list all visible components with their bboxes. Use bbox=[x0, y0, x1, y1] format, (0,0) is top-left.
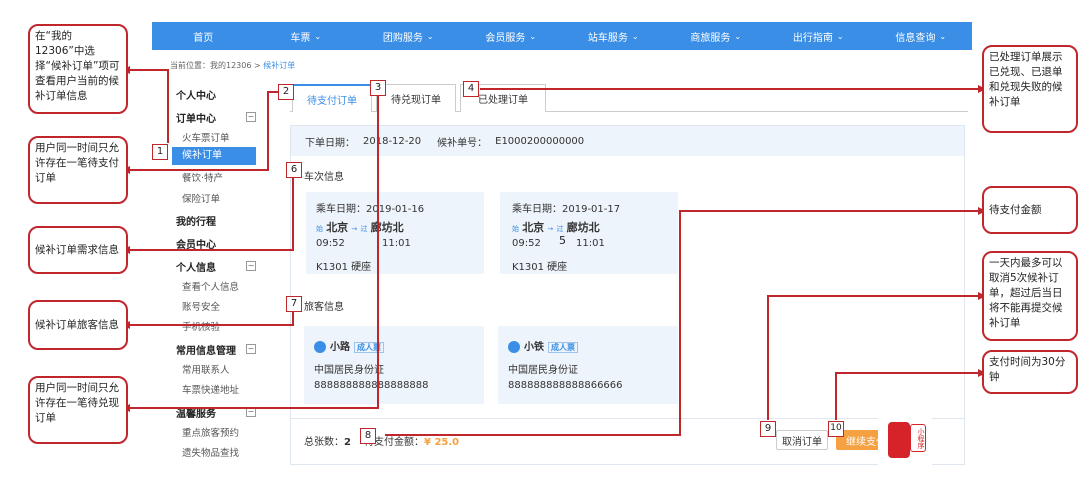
marker-5: 5 bbox=[559, 234, 566, 247]
callout-passenger-info: 候补订单旅客信息 bbox=[28, 300, 128, 350]
marker-2: 2 bbox=[278, 84, 294, 100]
watermark-logo: 小程序 bbox=[878, 416, 932, 468]
marker-6: 6 bbox=[286, 162, 302, 178]
marker-10: 10 bbox=[828, 421, 844, 437]
callout-one-pending-fulfill: 用户同一时间只允许存在一笔待兑现订单 bbox=[28, 376, 128, 444]
callout-view-orders: 在“我的12306”中选择“候补订单”项可查看用户当前的候补订单信息 bbox=[28, 24, 128, 114]
marker-7: 7 bbox=[286, 296, 302, 312]
callout-pending-amount: 待支付金额 bbox=[982, 186, 1078, 234]
marker-8: 8 bbox=[360, 428, 376, 444]
callout-payment-time: 支付时间为30分钟 bbox=[982, 350, 1078, 394]
callout-lines bbox=[122, 66, 986, 436]
marker-4: 4 bbox=[463, 81, 479, 97]
marker-9: 9 bbox=[760, 421, 776, 437]
callout-demand-info: 候补订单需求信息 bbox=[28, 226, 128, 274]
callout-processed-orders: 已处理订单展示已兑现、已退单和兑现失败的候补订单 bbox=[982, 45, 1078, 133]
callout-one-pending-payment: 用户同一时间只允许存在一笔待支付订单 bbox=[28, 136, 128, 204]
marker-3: 3 bbox=[370, 80, 386, 96]
logo-text: 小程序 bbox=[910, 424, 926, 452]
marker-1: 1 bbox=[152, 144, 168, 160]
callout-cancel-limit: 一天内最多可以取消5次候补订单，超过后当日将不能再提交候补订单 bbox=[982, 251, 1078, 341]
